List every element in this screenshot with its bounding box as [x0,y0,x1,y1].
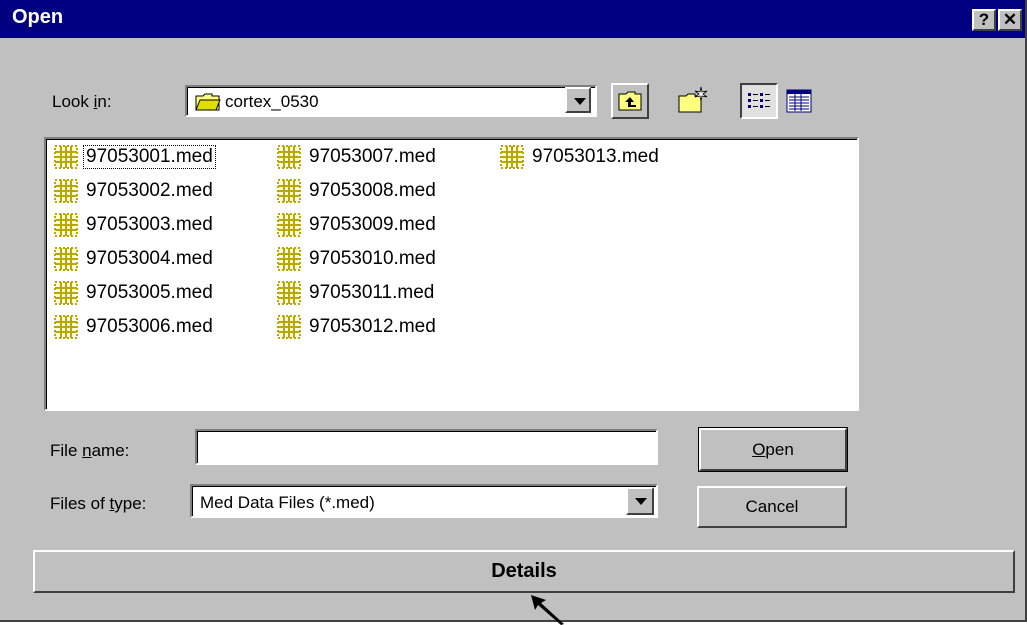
file-list-item[interactable]: 97053013.med [498,143,661,171]
details-button[interactable]: Details [33,550,1015,593]
med-file-icon [54,145,78,169]
file-type-label-pre: Files of [50,494,110,513]
details-view-button[interactable] [781,83,819,119]
med-file-icon [277,179,301,203]
window-title: Open [12,6,64,28]
file-list-item[interactable]: 97053006.med [52,313,215,341]
med-file-icon [277,247,301,271]
file-list-item[interactable]: 97053001.med [52,143,216,171]
up-one-level-button[interactable] [611,83,649,119]
med-file-icon [54,179,78,203]
look-in-dropdown-button[interactable] [565,87,591,113]
file-type-label-post: ype: [114,494,147,513]
file-name-text: 97053001.med [83,145,216,169]
med-file-icon [277,281,301,305]
med-file-icon [54,213,78,237]
look-in-label: Look in: [52,92,112,112]
look-in-combo[interactable]: cortex_0530 [185,85,597,117]
file-name-text: 97053007.med [309,146,436,167]
file-name-input[interactable] [195,429,658,465]
file-type-value: Med Data Files (*.med) [200,493,375,512]
med-file-icon [277,145,301,169]
med-file-icon [54,315,78,339]
med-file-icon [277,213,301,237]
med-file-icon [277,315,301,339]
list-view-icon [748,93,770,108]
cancel-button[interactable]: Cancel [697,486,847,528]
file-name-text: 97053003.med [86,214,213,235]
file-name-text: 97053006.med [86,316,213,337]
file-list[interactable]: 97053001.med 97053002.med 97053003.med 9705… [44,137,859,411]
file-list-item[interactable]: 97053002.med [52,177,215,205]
file-type-label: Files of type: [50,494,146,514]
help-button[interactable]: ? [972,9,996,31]
file-name-text: 97053009.med [309,214,436,235]
look-in-value: cortex_0530 [225,92,319,111]
folder-icon [195,93,221,111]
file-list-item[interactable]: 97053010.med [275,245,438,273]
close-button[interactable]: ✕ [998,9,1022,31]
new-folder-icon [678,86,708,113]
file-name-text: 97053012.med [309,316,436,337]
folder-up-icon [618,91,642,111]
file-list-item[interactable]: 97053005.med [52,279,215,307]
file-list-item[interactable]: 97053004.med [52,245,215,273]
file-name-label: File name: [50,441,129,461]
details-view-icon [786,89,812,113]
look-in-label-post: n: [97,92,112,111]
file-type-dropdown-button[interactable] [626,487,654,515]
title-bar: Open ? ✕ [0,0,1025,38]
file-name-label-accel: n [82,441,92,460]
open-dialog: Open ? ✕ Look in: cortex_0530 97053001.m… [0,0,1027,622]
file-name-text: 97053011.med [309,282,435,303]
file-list-item[interactable]: 97053011.med [275,279,436,307]
file-list-item[interactable]: 97053003.med [52,211,215,239]
open-button-accel: O [752,440,766,459]
file-name-label-pre: File [50,441,83,460]
med-file-icon [54,247,78,271]
file-name-text: 97053013.med [532,146,659,167]
file-list-item[interactable]: 97053008.med [275,177,438,205]
med-file-icon [54,281,78,305]
med-file-icon [500,145,524,169]
file-name-text: 97053010.med [309,248,436,269]
file-name-text: 97053008.med [309,180,436,201]
list-view-button[interactable] [740,83,778,119]
create-new-folder-button[interactable] [673,83,711,119]
file-name-text: 97053002.med [86,180,213,201]
file-list-item[interactable]: 97053012.med [275,313,438,341]
file-name-text: 97053005.med [86,282,213,303]
file-name-label-post: ame: [91,441,130,460]
file-list-item[interactable]: 97053009.med [275,211,438,239]
open-button[interactable]: Open [698,427,848,472]
file-list-item[interactable]: 97053007.med [275,143,438,171]
file-type-combo[interactable]: Med Data Files (*.med) [190,484,658,518]
file-name-text: 97053004.med [86,248,213,269]
open-button-label: pen [765,440,794,459]
look-in-label-pre: Look [52,92,94,111]
mouse-cursor-icon [531,595,564,625]
